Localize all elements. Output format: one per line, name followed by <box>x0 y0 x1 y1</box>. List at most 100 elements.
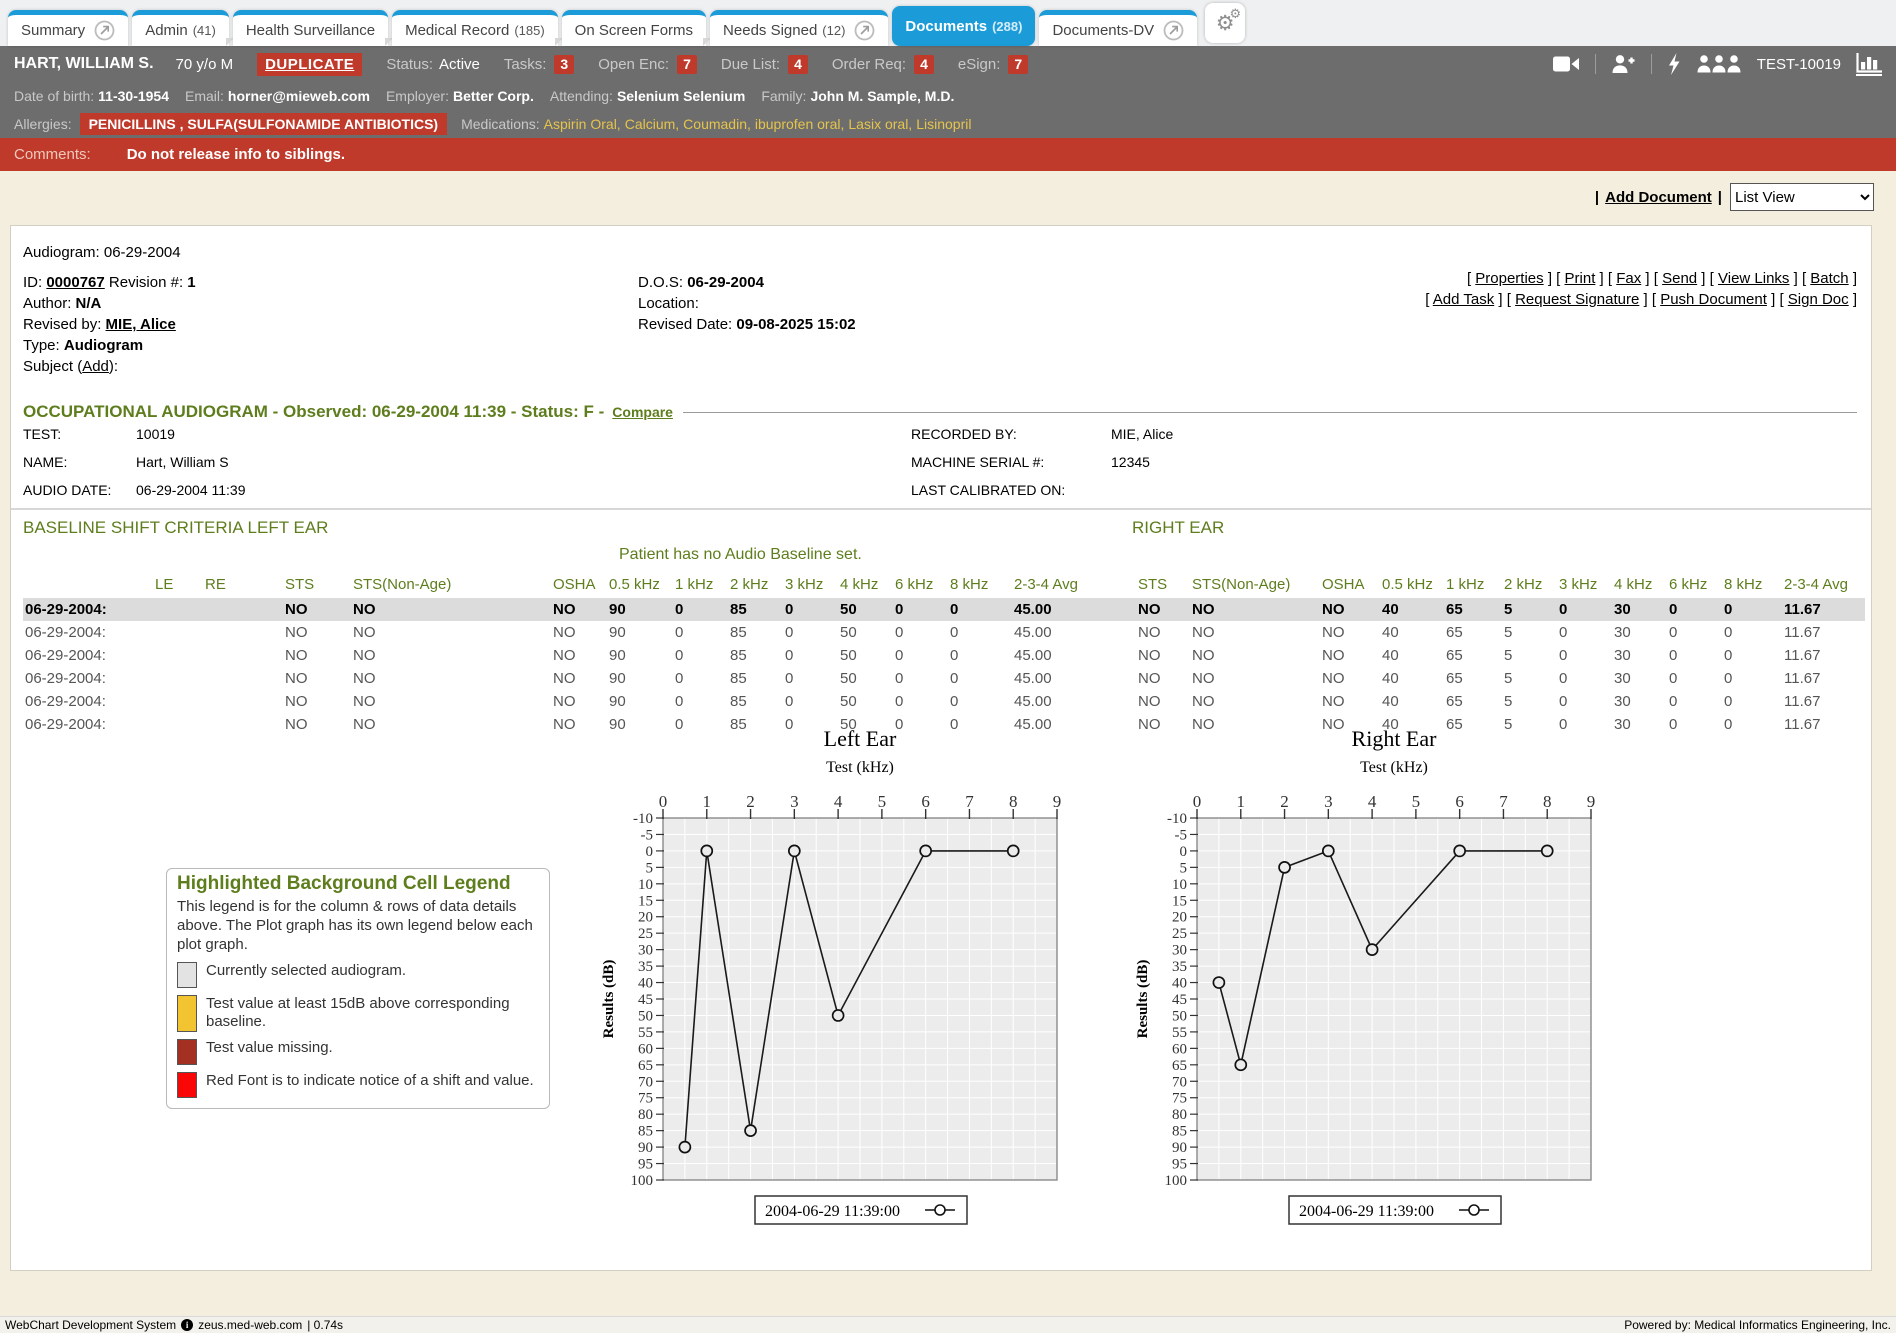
tab-needs-signed[interactable]: Needs Signed(12) <box>710 10 888 46</box>
table-cell: NO <box>351 598 551 621</box>
table-cell: NO <box>1136 621 1190 644</box>
table-cell: 0 <box>1667 667 1722 690</box>
tab-admin[interactable]: Admin(41) <box>132 10 229 46</box>
action-sign-doc[interactable]: Sign Doc <box>1788 291 1849 308</box>
medication-item[interactable]: Coumadin, <box>683 116 751 132</box>
counter-order-req: Order Req:4 <box>832 55 934 74</box>
tab-health-surveillance[interactable]: Health Surveillance <box>233 10 388 46</box>
add-document-link[interactable]: Add Document <box>1605 189 1712 206</box>
table-cell: 0 <box>1722 667 1782 690</box>
revised-by-link[interactable]: MIE, Alice <box>106 316 176 333</box>
tab-summary[interactable]: Summary <box>8 10 128 46</box>
tab-on-screen-forms[interactable]: On Screen Forms <box>562 10 706 46</box>
svg-text:60: 60 <box>1172 1041 1187 1057</box>
table-cell: NO <box>551 598 607 621</box>
table-cell: 0 <box>893 621 948 644</box>
tab-documents[interactable]: Documents(288) <box>892 6 1035 46</box>
svg-text:30: 30 <box>1172 943 1187 959</box>
legend-text: Test value at least 15dB above correspon… <box>206 995 539 1033</box>
table-cell: 11.67 <box>1782 713 1865 736</box>
users-group-icon <box>1696 54 1742 74</box>
legend-swatch <box>177 1072 197 1098</box>
column-header: STS <box>1136 574 1190 598</box>
action-push-document[interactable]: Push Document <box>1660 291 1767 308</box>
table-cell: 0 <box>1557 644 1612 667</box>
add-user-button[interactable] <box>1611 54 1636 74</box>
svg-text:20: 20 <box>1172 910 1187 926</box>
counter-badge[interactable]: 7 <box>1008 55 1028 74</box>
svg-text:10: 10 <box>638 877 653 893</box>
medication-item[interactable]: Lasix oral, <box>848 116 912 132</box>
table-row[interactable]: 06-29-2004:NONONO900850500045.00NONONO40… <box>23 598 1865 621</box>
action-print[interactable]: Print <box>1565 270 1596 287</box>
patient-age-sex: 70 y/o M <box>176 56 234 73</box>
legend-item: Test value at least 15dB above correspon… <box>177 995 539 1033</box>
table-cell <box>153 644 203 667</box>
compare-link[interactable]: Compare <box>612 404 673 420</box>
allergies-value[interactable]: PENICILLINS , SULFA(SULFONAMIDE ANTIBIOT… <box>80 113 447 135</box>
section-divider <box>11 508 1871 510</box>
footer-system-name: WebChart Development System <box>5 1318 176 1332</box>
info-icon[interactable]: i <box>181 1319 193 1331</box>
svg-text:95: 95 <box>638 1157 653 1173</box>
medication-item[interactable]: Lisinopril <box>916 116 971 132</box>
table-cell: 06-29-2004: <box>23 713 153 736</box>
table-cell: NO <box>283 598 351 621</box>
table-cell: NO <box>1136 644 1190 667</box>
action-fax[interactable]: Fax <box>1616 270 1641 287</box>
lightning-bolt-icon <box>1667 53 1681 75</box>
video-visit-button[interactable] <box>1553 55 1580 73</box>
tab-medical-record[interactable]: Medical Record(185) <box>392 10 558 46</box>
patient-header-bar: HART, WILLIAM S. 70 y/o M DUPLICATE Stat… <box>0 46 1896 82</box>
external-link-icon <box>854 20 875 41</box>
svg-text:75: 75 <box>638 1091 653 1107</box>
table-cell: 0 <box>1557 598 1612 621</box>
table-cell: 0 <box>1557 667 1612 690</box>
medication-item[interactable]: Aspirin Oral, <box>544 116 621 132</box>
subject-add-link[interactable]: Add <box>82 358 109 375</box>
demographic-label: Family: <box>761 88 806 104</box>
table-cell: 0 <box>673 667 728 690</box>
footer-host-link[interactable]: zeus.med-web.com <box>198 1318 302 1332</box>
revision-value: 1 <box>187 274 195 291</box>
flowsheet-button[interactable] <box>1856 53 1882 76</box>
tab-documents-dv[interactable]: Documents-DV <box>1039 10 1197 46</box>
table-cell: 85 <box>728 621 783 644</box>
counter-badge[interactable]: 4 <box>914 55 934 74</box>
action-properties[interactable]: Properties <box>1475 270 1543 287</box>
counter-badge[interactable]: 4 <box>788 55 808 74</box>
quick-actions-button[interactable] <box>1667 53 1681 75</box>
medication-item[interactable]: ibuprofen oral, <box>755 116 845 132</box>
table-cell: 0 <box>948 667 1012 690</box>
svg-text:-10: -10 <box>633 811 653 827</box>
table-cell: 45.00 <box>1012 621 1136 644</box>
document-id-link[interactable]: 0000767 <box>46 274 104 291</box>
demographic-employer: Employer:Better Corp. <box>386 88 534 104</box>
table-row[interactable]: 06-29-2004:NONONO900850500045.00NONONO40… <box>23 667 1865 690</box>
user-add-icon <box>1611 54 1636 74</box>
view-mode-select[interactable]: List View <box>1730 183 1874 211</box>
table-cell: 0 <box>893 667 948 690</box>
action-view-links[interactable]: View Links <box>1718 270 1789 287</box>
table-row[interactable]: 06-29-2004:NONONO900850500045.00NONONO40… <box>23 690 1865 713</box>
svg-text:Left Ear: Left Ear <box>824 726 897 751</box>
audiogram-heading: OCCUPATIONAL AUDIOGRAM - Observed: 06-29… <box>23 402 604 422</box>
settings-gear-button[interactable]: ⚙ ⚙ <box>1205 3 1245 43</box>
counter-badge[interactable]: 3 <box>554 55 574 74</box>
medication-item[interactable]: Calcium, <box>625 116 679 132</box>
table-row[interactable]: 06-29-2004:NONONO900850500045.00NONONO40… <box>23 644 1865 667</box>
table-cell: 0 <box>948 690 1012 713</box>
tab-label: Medical Record <box>405 22 509 39</box>
action-send[interactable]: Send <box>1662 270 1697 287</box>
counter-badge[interactable]: 7 <box>677 55 697 74</box>
duplicate-flag[interactable]: DUPLICATE <box>257 53 362 76</box>
table-cell: 65 <box>1444 690 1502 713</box>
table-cell: 0 <box>948 644 1012 667</box>
table-cell: 50 <box>838 690 893 713</box>
action-add-task[interactable]: Add Task <box>1433 291 1494 308</box>
action-batch[interactable]: Batch <box>1810 270 1848 287</box>
left-ear-chart: Left EarTest (kHz)0123456789-10-50510152… <box>597 722 1087 1243</box>
care-team-button[interactable] <box>1696 54 1742 74</box>
table-row[interactable]: 06-29-2004:NONONO900850500045.00NONONO40… <box>23 621 1865 644</box>
action-request-signature[interactable]: Request Signature <box>1515 291 1639 308</box>
